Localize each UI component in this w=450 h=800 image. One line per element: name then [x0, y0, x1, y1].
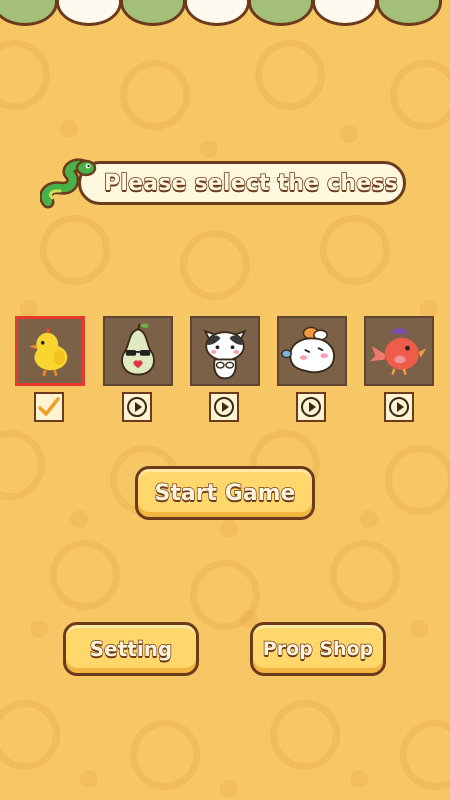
cat-icon [203, 329, 247, 380]
video-unlock-button-rabbit[interactable] [296, 392, 326, 422]
bird-icon [369, 327, 427, 375]
prop-shop-label: Prop Shop [262, 637, 374, 660]
pear-icon [121, 323, 155, 376]
top-scallop-border [0, 0, 450, 28]
chess-option-rabbit[interactable] [277, 316, 347, 386]
chick-icon [28, 327, 68, 377]
play-icon [389, 397, 409, 417]
selected-checkbox[interactable] [34, 392, 64, 422]
page-title: Please select the chess [103, 170, 398, 197]
title-bar: Please select the chess [78, 161, 406, 205]
video-unlock-button-cat[interactable] [209, 392, 239, 422]
chess-option-pear[interactable] [103, 316, 173, 386]
chess-selection-row [0, 314, 450, 424]
title-banner: Please select the chess [40, 158, 410, 210]
start-game-button[interactable]: Start Game [135, 466, 315, 520]
checkmark-icon [38, 397, 60, 416]
play-icon [301, 397, 321, 417]
chess-option-cat[interactable] [190, 316, 260, 386]
prop-shop-button[interactable]: Prop Shop [250, 622, 386, 676]
setting-button[interactable]: Setting [63, 622, 199, 676]
chess-option-chick[interactable] [15, 316, 85, 386]
video-unlock-button-bird[interactable] [384, 392, 414, 422]
setting-label: Setting [89, 636, 173, 661]
video-unlock-button-pear[interactable] [122, 392, 152, 422]
play-icon [127, 397, 147, 417]
play-icon [214, 397, 234, 417]
start-game-label: Start Game [154, 480, 296, 506]
chess-option-bird[interactable] [364, 316, 434, 386]
snake-icon [40, 158, 97, 209]
rabbit-icon [281, 326, 335, 374]
